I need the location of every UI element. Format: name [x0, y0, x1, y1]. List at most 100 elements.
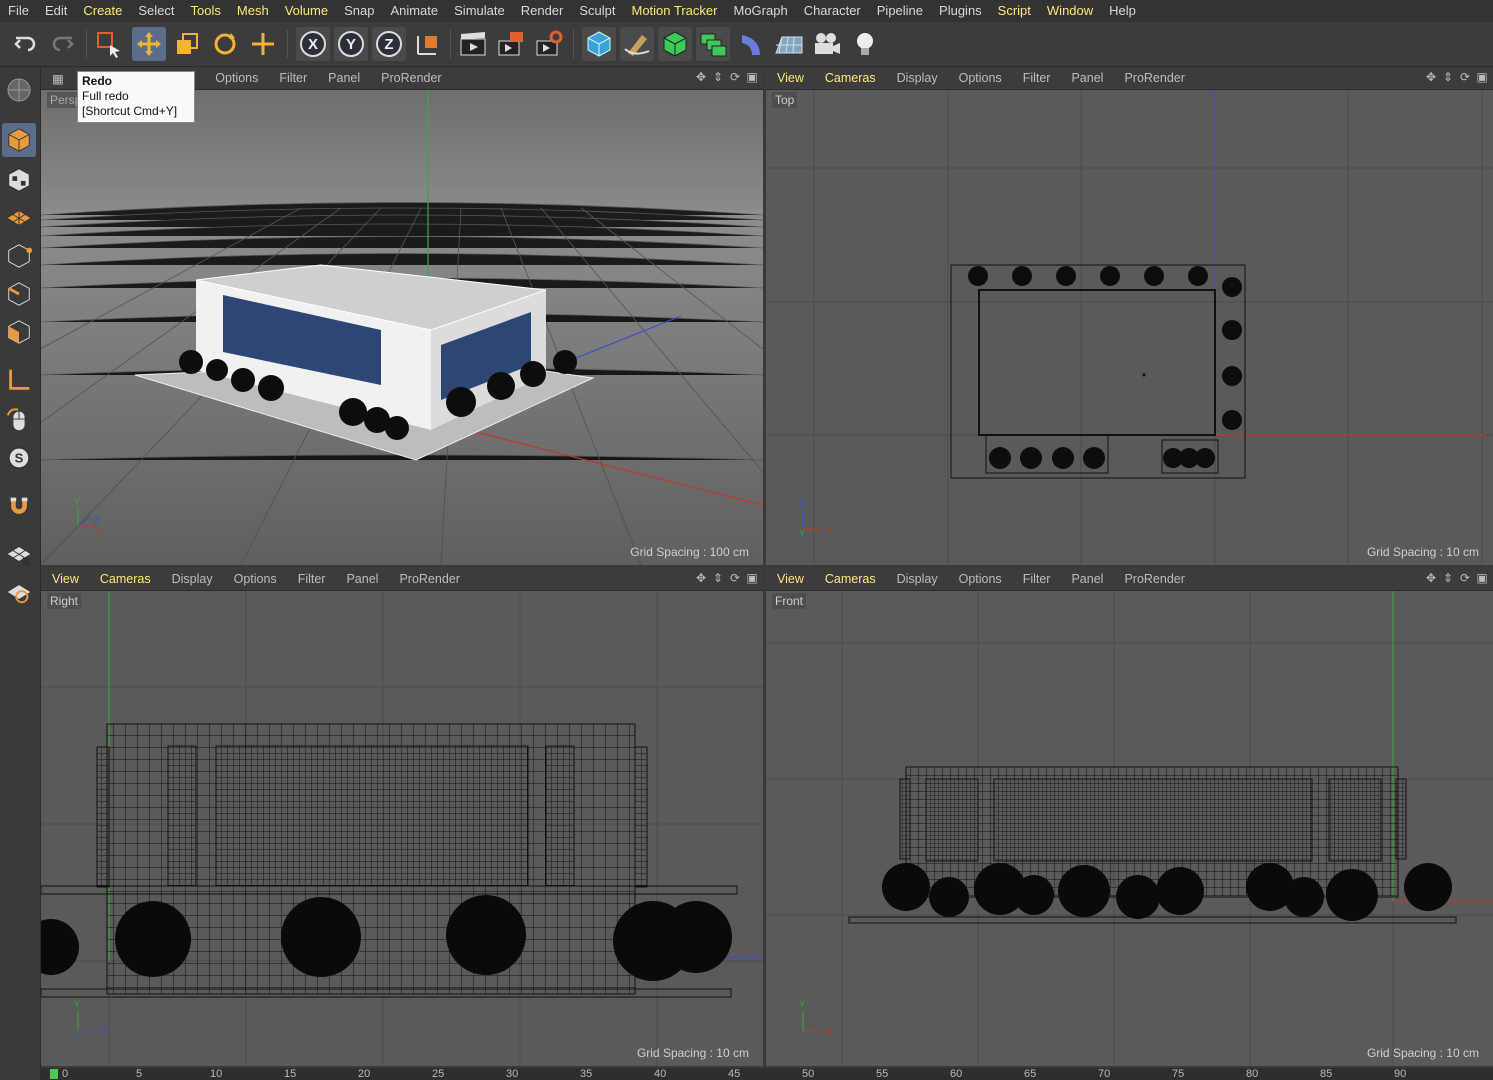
- menu-character[interactable]: Character: [796, 0, 869, 22]
- top-viewport[interactable]: View Cameras Display Options Filter Pane…: [766, 67, 1493, 565]
- menu-create[interactable]: Create: [75, 0, 130, 22]
- tweak-mode-button[interactable]: [2, 403, 36, 437]
- dolly-icon[interactable]: ⇕: [711, 571, 725, 585]
- viewport-menu-prorender[interactable]: ProRender: [370, 71, 451, 85]
- viewport-menu-cameras[interactable]: Cameras: [814, 572, 886, 586]
- workplane-axis-button[interactable]: [2, 575, 36, 609]
- menu-volume[interactable]: Volume: [277, 0, 336, 22]
- menu-tools[interactable]: Tools: [183, 0, 229, 22]
- enable-axis-button[interactable]: [2, 363, 36, 397]
- pan-icon[interactable]: ✥: [1424, 70, 1438, 84]
- transform-tool-button[interactable]: [246, 27, 280, 61]
- maximize-icon[interactable]: ▣: [745, 571, 759, 585]
- polygons-mode-button[interactable]: [2, 315, 36, 349]
- pen-spline-button[interactable]: [620, 27, 654, 61]
- right-viewport[interactable]: View Cameras Display Options Filter Pane…: [41, 568, 763, 1066]
- viewport-menu-options[interactable]: Options: [948, 71, 1012, 85]
- snapping-button[interactable]: [2, 489, 36, 523]
- menu-snap[interactable]: Snap: [336, 0, 382, 22]
- pan-icon[interactable]: ✥: [694, 70, 708, 84]
- menu-pipeline[interactable]: Pipeline: [869, 0, 931, 22]
- maximize-icon[interactable]: ▣: [1475, 571, 1489, 585]
- orbit-icon[interactable]: ⟳: [728, 70, 742, 84]
- subdivision-surface-button[interactable]: [658, 27, 692, 61]
- render-settings-button[interactable]: [532, 27, 566, 61]
- deformer-button[interactable]: [734, 27, 768, 61]
- edges-mode-button[interactable]: [2, 277, 36, 311]
- undo-button[interactable]: [8, 27, 42, 61]
- viewport-menu-options[interactable]: Options: [204, 71, 268, 85]
- make-editable-button[interactable]: [2, 73, 36, 107]
- redo-button[interactable]: [46, 27, 80, 61]
- menu-edit[interactable]: Edit: [37, 0, 75, 22]
- viewport-menu-panel[interactable]: Panel: [317, 71, 370, 85]
- menu-animate[interactable]: Animate: [382, 0, 446, 22]
- viewport-menu-view[interactable]: View: [41, 572, 89, 586]
- viewport-menu-prorender[interactable]: ProRender: [1113, 572, 1194, 586]
- menu-sculpt[interactable]: Sculpt: [571, 0, 623, 22]
- front-viewport[interactable]: View Cameras Display Options Filter Pane…: [766, 568, 1493, 1066]
- viewport-menu-cameras[interactable]: Cameras: [89, 572, 161, 586]
- viewport-menu-panel[interactable]: Panel: [1060, 71, 1113, 85]
- menu-script[interactable]: Script: [990, 0, 1039, 22]
- viewport-menu-filter[interactable]: Filter: [268, 71, 317, 85]
- scale-tool-button[interactable]: [170, 27, 204, 61]
- viewport-menu-view[interactable]: View: [766, 572, 814, 586]
- viewport-menu-cameras[interactable]: Cameras: [814, 71, 886, 85]
- viewport-menu-display[interactable]: Display: [886, 71, 948, 85]
- menu-window[interactable]: Window: [1039, 0, 1101, 22]
- orbit-icon[interactable]: ⟳: [1458, 571, 1472, 585]
- dolly-icon[interactable]: ⇕: [1441, 70, 1455, 84]
- move-tool-button[interactable]: [132, 27, 166, 61]
- model-mode-button[interactable]: [2, 123, 36, 157]
- menu-plugins[interactable]: Plugins: [931, 0, 990, 22]
- render-view-button[interactable]: [456, 27, 490, 61]
- menu-mesh[interactable]: Mesh: [229, 0, 277, 22]
- viewport-menu-filter[interactable]: Filter: [287, 572, 336, 586]
- maximize-icon[interactable]: ▣: [745, 70, 759, 84]
- menu-help[interactable]: Help: [1101, 0, 1144, 22]
- points-mode-button[interactable]: [2, 239, 36, 273]
- menu-render[interactable]: Render: [513, 0, 572, 22]
- workplane-lock-button[interactable]: [2, 537, 36, 571]
- viewport-menu-options[interactable]: Options: [948, 572, 1012, 586]
- solo-button[interactable]: S: [2, 441, 36, 475]
- menu-motion-tracker[interactable]: Motion Tracker: [624, 0, 726, 22]
- viewport-menu-filter[interactable]: Filter: [1012, 71, 1061, 85]
- texture-mode-button[interactable]: [2, 163, 36, 197]
- perspective-canvas[interactable]: Y X Z: [41, 90, 763, 565]
- front-canvas[interactable]: Y X: [766, 591, 1493, 1066]
- viewport-menu-prorender[interactable]: ProRender: [388, 572, 469, 586]
- coordinate-system-button[interactable]: [410, 27, 444, 61]
- pan-icon[interactable]: ✥: [694, 571, 708, 585]
- y-axis-lock-button[interactable]: Y: [334, 27, 368, 61]
- top-canvas[interactable]: Z X Y: [766, 90, 1493, 565]
- live-selection-button[interactable]: [92, 27, 126, 61]
- viewport-menu-options[interactable]: Options: [223, 572, 287, 586]
- cube-object-button[interactable]: [582, 27, 616, 61]
- orbit-icon[interactable]: ⟳: [1458, 70, 1472, 84]
- perspective-viewport[interactable]: ▦ V play Options Filter Panel ProRender …: [41, 67, 763, 565]
- menu-file[interactable]: File: [0, 0, 37, 22]
- maximize-icon[interactable]: ▣: [1475, 70, 1489, 84]
- viewport-menu-panel[interactable]: Panel: [1060, 572, 1113, 586]
- dolly-icon[interactable]: ⇕: [711, 70, 725, 84]
- viewport-menu-panel[interactable]: Panel: [335, 572, 388, 586]
- menu-mograph[interactable]: MoGraph: [725, 0, 795, 22]
- menu-select[interactable]: Select: [130, 0, 182, 22]
- viewport-menu-prorender[interactable]: ProRender: [1113, 71, 1194, 85]
- orbit-icon[interactable]: ⟳: [728, 571, 742, 585]
- light-object-button[interactable]: [848, 27, 882, 61]
- dolly-icon[interactable]: ⇕: [1441, 571, 1455, 585]
- floor-object-button[interactable]: [772, 27, 806, 61]
- menu-simulate[interactable]: Simulate: [446, 0, 513, 22]
- right-canvas[interactable]: Y Z: [41, 591, 763, 1066]
- rotate-tool-button[interactable]: [208, 27, 242, 61]
- viewport-menu-display[interactable]: Display: [161, 572, 223, 586]
- viewport-menu-display[interactable]: Display: [886, 572, 948, 586]
- viewport-menu-filter[interactable]: Filter: [1012, 572, 1061, 586]
- cloner-button[interactable]: [696, 27, 730, 61]
- x-axis-lock-button[interactable]: X: [296, 27, 330, 61]
- pan-icon[interactable]: ✥: [1424, 571, 1438, 585]
- render-to-picture-viewer-button[interactable]: [494, 27, 528, 61]
